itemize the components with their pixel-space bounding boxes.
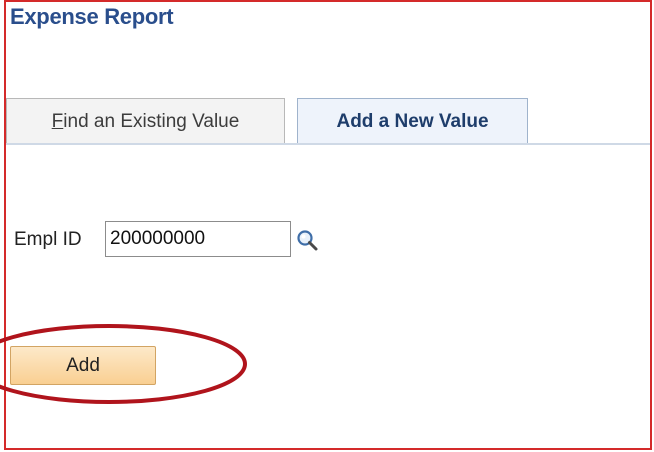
tab-label: Add a New Value: [336, 111, 489, 132]
tab-accelerator-key: F: [51, 110, 64, 132]
empl-id-label: Empl ID: [14, 229, 82, 250]
highlight-circle-annotation: [0, 324, 247, 404]
tab-divider: [6, 143, 650, 145]
empl-id-input[interactable]: [105, 221, 291, 257]
magnifier-search-icon[interactable]: [295, 228, 319, 252]
tab-add-new-value[interactable]: Add a New Value: [297, 98, 528, 145]
page-title: Expense Report: [10, 4, 174, 29]
tab-label: ind an Existing Value: [63, 110, 240, 132]
tab-find-existing-value[interactable]: Find an Existing Value: [6, 98, 285, 144]
